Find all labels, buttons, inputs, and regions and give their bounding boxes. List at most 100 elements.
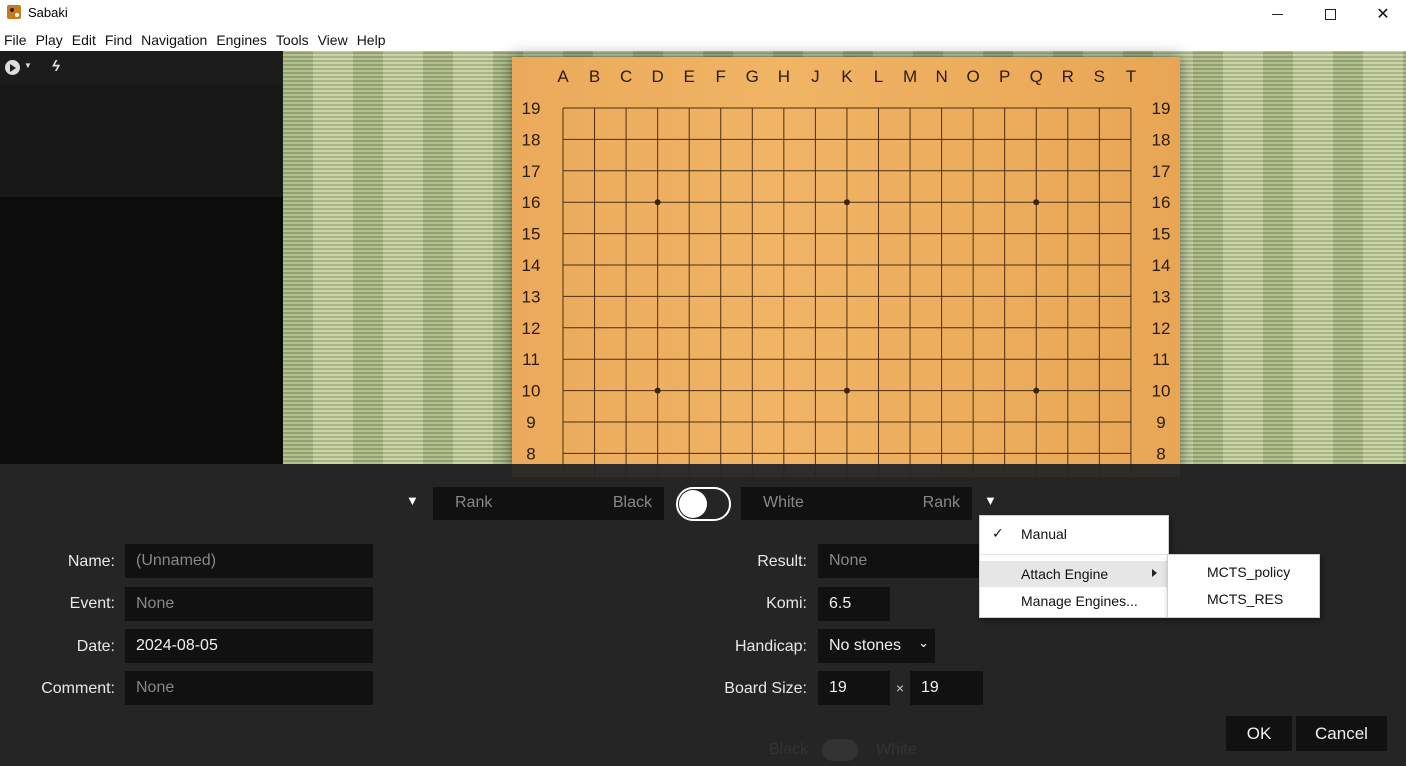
menu-view[interactable]: View	[314, 28, 348, 51]
title-bar: Sabaki ✕	[0, 0, 1406, 28]
attach-engine-submenu: MCTS_policy MCTS_RES	[1167, 554, 1320, 618]
row-coordinate: 16	[1152, 193, 1171, 212]
column-coordinate: R	[1062, 67, 1074, 86]
row-coordinate: 11	[522, 350, 540, 369]
go-board[interactable]: A B C D E F G H J K L M N O P Q R S T 19 19 18 18 17 17 16 16 15 15 1…	[512, 57, 1180, 477]
date-label: Date:	[76, 638, 115, 655]
row-coordinate: 17	[522, 162, 541, 181]
menu-item-label: Attach Engine	[1021, 566, 1109, 582]
menu-help[interactable]: Help	[353, 28, 386, 51]
engine-panel	[0, 85, 283, 197]
menu-item-manage-engines[interactable]: Manage Engines...	[980, 589, 1168, 613]
check-icon: ✓	[992, 525, 1004, 541]
lightning-icon[interactable]: ϟ	[52, 58, 60, 75]
komi-input[interactable]: 6.5	[818, 587, 890, 621]
menu-item-attach-engine[interactable]: Attach Engine	[980, 561, 1168, 587]
star-point	[1033, 199, 1040, 206]
menu-find[interactable]: Find	[101, 28, 132, 51]
underlay-white-label: White	[876, 741, 917, 758]
star-point	[843, 387, 850, 394]
menu-play[interactable]: Play	[32, 28, 63, 51]
play-icon[interactable]	[5, 60, 20, 75]
chevron-down-icon[interactable]: ▼	[24, 61, 32, 70]
row-coordinate: 12	[1152, 319, 1171, 338]
menu-item-manual[interactable]: ✓ Manual	[980, 522, 1168, 546]
handicap-select[interactable]: No stones ⌄	[818, 629, 935, 663]
column-coordinate: M	[903, 67, 917, 86]
handicap-value: No stones	[829, 637, 902, 654]
result-input[interactable]: None	[818, 544, 980, 578]
minimize-icon	[1271, 13, 1283, 15]
arrow-right-icon	[1152, 569, 1157, 577]
star-point	[843, 199, 850, 206]
column-coordinate: A	[557, 67, 569, 86]
name-input[interactable]: (Unnamed)	[125, 544, 373, 578]
column-coordinate: T	[1126, 67, 1136, 86]
row-coordinate: 10	[1152, 382, 1171, 401]
underlay-toggle	[822, 739, 858, 761]
name-label: Name:	[67, 553, 115, 570]
white-player-input[interactable]: White Rank	[741, 487, 972, 520]
sidebar-toolbar: ▼ ϟ	[0, 51, 283, 85]
column-coordinate: N	[935, 67, 947, 86]
row-coordinate: 17	[1152, 162, 1171, 181]
column-coordinate: L	[874, 67, 883, 86]
column-coordinate: B	[589, 67, 600, 86]
row-coordinate: 15	[522, 225, 541, 244]
row-coordinate: 16	[522, 193, 541, 212]
row-coordinate: 14	[1152, 256, 1171, 275]
column-coordinate: S	[1094, 67, 1105, 86]
chevron-down-icon[interactable]: ▼	[406, 493, 422, 509]
ok-button[interactable]: OK	[1226, 716, 1292, 751]
menu-file[interactable]: File	[0, 28, 27, 51]
submenu-item-label: MCTS_RES	[1207, 591, 1284, 607]
submenu-item-label: MCTS_policy	[1207, 564, 1291, 580]
row-coordinate: 9	[1156, 413, 1165, 432]
board-width-input[interactable]: 19	[818, 671, 890, 705]
window-title: Sabaki	[28, 5, 68, 20]
menu-tools[interactable]: Tools	[272, 28, 309, 51]
chevron-down-icon[interactable]: ▼	[984, 493, 1000, 509]
chevron-down-icon: ⌄	[918, 635, 929, 650]
column-coordinate: F	[716, 67, 726, 86]
submenu-item-mcts-policy[interactable]: MCTS_policy	[1168, 559, 1319, 585]
row-coordinate: 15	[1152, 225, 1171, 244]
column-coordinate: J	[811, 67, 820, 86]
comment-input[interactable]: None	[125, 671, 373, 705]
event-input[interactable]: None	[125, 587, 373, 621]
swap-players-toggle[interactable]	[676, 487, 731, 521]
maximize-icon	[1324, 8, 1336, 20]
column-coordinate: O	[967, 67, 980, 86]
handicap-label: Handicap:	[734, 638, 807, 655]
column-coordinate: D	[652, 67, 664, 86]
board-height-input[interactable]: 19	[910, 671, 983, 705]
menu-navigation[interactable]: Navigation	[137, 28, 207, 51]
result-label: Result:	[757, 553, 807, 570]
row-coordinate: 14	[522, 256, 541, 275]
row-coordinate: 12	[522, 319, 541, 338]
menu-edit[interactable]: Edit	[68, 28, 96, 51]
star-point	[654, 199, 661, 206]
black-rank-placeholder: Rank	[455, 494, 493, 511]
row-coordinate: 19	[522, 99, 541, 118]
star-point	[1033, 387, 1040, 394]
comment-label: Comment:	[41, 680, 115, 697]
close-button[interactable]: ✕	[1360, 0, 1406, 28]
row-coordinate: 9	[526, 413, 535, 432]
date-input[interactable]: 2024-08-05	[125, 629, 373, 663]
cancel-button[interactable]: Cancel	[1296, 716, 1387, 751]
black-player-input[interactable]: Rank Black	[433, 487, 664, 520]
board-grid[interactable]: A B C D E F G H J K L M N O P Q R S T 19 19 18 18 17 17 16 16 15 15 1…	[512, 57, 1180, 477]
submenu-item-mcts-res[interactable]: MCTS_RES	[1168, 586, 1319, 612]
column-coordinate: H	[778, 67, 790, 86]
white-rank-placeholder: Rank	[922, 494, 960, 511]
row-coordinate: 18	[1152, 130, 1171, 149]
menu-engines[interactable]: Engines	[212, 28, 267, 51]
black-name-placeholder: Black	[612, 494, 652, 511]
minimize-button[interactable]	[1254, 0, 1300, 28]
menu-item-label: Manage Engines...	[1021, 593, 1138, 609]
close-icon: ✕	[1376, 6, 1390, 23]
maximize-button[interactable]	[1307, 0, 1353, 28]
app-icon	[7, 5, 21, 19]
times-sign: ×	[895, 680, 905, 696]
